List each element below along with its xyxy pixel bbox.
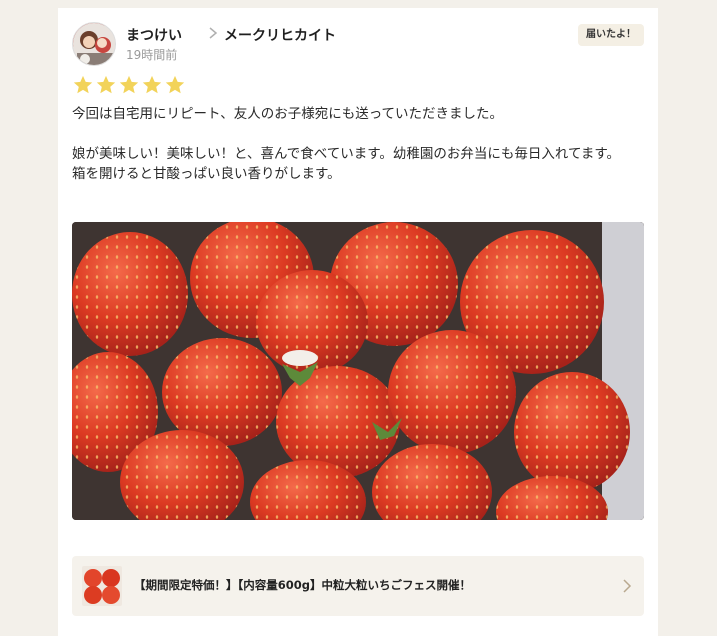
product-link[interactable]: 【期間限定特価！】【内容量600g】中粒大粒いちごフェス開催！ — [72, 556, 644, 616]
star-icon — [118, 74, 140, 96]
product-title[interactable]: 【期間限定特価！】【内容量600g】中粒大粒いちごフェス開催！ — [134, 577, 471, 593]
timestamp: 19時間前 — [126, 48, 178, 62]
rating-stars — [72, 74, 187, 96]
user-avatar[interactable] — [72, 22, 116, 66]
star-icon — [72, 74, 94, 96]
product-thumbnail — [82, 566, 122, 606]
shop-name[interactable]: メークリヒカイト — [224, 25, 336, 45]
chevron-right-icon — [206, 24, 220, 42]
star-icon — [95, 74, 117, 96]
star-icon — [164, 74, 186, 96]
review-photo[interactable] — [72, 222, 644, 520]
review-text: 今回は自宅用にリピート、友人のお子様宛にも送っていただきました。 娘が美味しい！… — [72, 106, 620, 182]
star-icon — [141, 74, 163, 96]
review-card: まつけい メークリヒカイト 19時間前 届いたよ！ 今回は自宅用にリピート、友人… — [58, 8, 658, 636]
arrow-right-icon[interactable] — [622, 578, 632, 594]
review-header: まつけい メークリヒカイト 19時間前 届いたよ！ — [72, 22, 644, 68]
status-badge: 届いたよ！ — [578, 24, 644, 46]
user-name[interactable]: まつけい — [126, 25, 182, 45]
